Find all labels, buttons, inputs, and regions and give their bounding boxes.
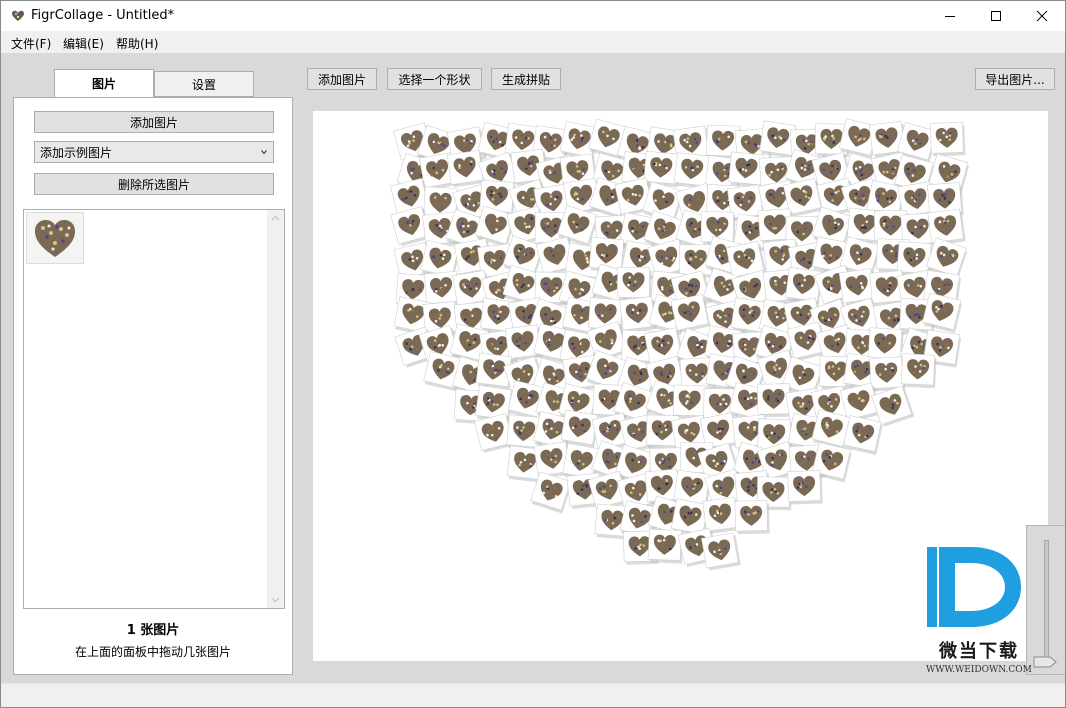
collage-tile — [785, 266, 823, 305]
generate-collage-button[interactable]: 生成拼贴 — [491, 68, 561, 90]
zoom-track — [1044, 540, 1049, 662]
minimize-icon — [945, 16, 955, 17]
picture-list[interactable] — [23, 209, 285, 609]
add-picture-button[interactable]: 添加图片 — [34, 111, 274, 133]
collage-tile — [871, 385, 915, 427]
collage-tile — [843, 415, 883, 456]
close-icon — [1036, 10, 1048, 22]
collage-tile — [670, 293, 712, 333]
collage-tile — [787, 470, 823, 505]
toolbar-add-picture-button[interactable]: 添加图片 — [307, 68, 377, 90]
picture-count: 1 张图片 — [126, 623, 180, 638]
menu-file[interactable]: 文件(F) — [11, 35, 51, 52]
maximize-button[interactable] — [973, 1, 1019, 31]
menu-edit[interactable]: 编辑(E) — [63, 35, 104, 52]
watermark-url: WWW.WEIDOWN.COM — [926, 665, 1032, 675]
watermark-text: 微当下载 — [939, 641, 1019, 662]
window-title: FigrCollage - Untitled* — [31, 8, 175, 23]
collage-tile — [446, 149, 486, 188]
tab-settings[interactable]: 设置 — [154, 71, 254, 97]
heart-thumbnail-image — [35, 220, 75, 257]
collage-tile — [701, 532, 741, 571]
tab-pictures[interactable]: 图片 — [54, 69, 154, 97]
menu-bar: 文件(F) 编辑(E) 帮助(H) — [1, 31, 1065, 53]
picture-thumbnail[interactable] — [26, 212, 84, 264]
collage-tile — [930, 122, 966, 157]
client-area: 图片 设置 添加图片 添加示例图片 删除所选图片 1 张图片 在上面的面板中拖动… — [1, 53, 1065, 683]
chevron-down-icon — [261, 150, 267, 155]
scroll-up-icon[interactable] — [267, 210, 284, 227]
add-sample-select-value: 添加示例图片 — [40, 145, 113, 160]
zoom-handle[interactable] — [1033, 656, 1057, 668]
collage-tile — [647, 528, 684, 564]
app-heart-icon — [12, 10, 24, 21]
drag-hint: 在上面的面板中拖动几张图片 — [74, 645, 231, 659]
close-button[interactable] — [1019, 1, 1065, 31]
app-window: FigrCollage - Untitled* 文件(F) 编辑(E) 帮助(H… — [0, 0, 1066, 708]
scroll-down-icon[interactable] — [267, 591, 284, 608]
picture-list-scrollbar[interactable] — [267, 210, 284, 608]
export-picture-button[interactable]: 导出图片... — [975, 68, 1055, 90]
collage-tile — [927, 208, 966, 246]
choose-shape-button[interactable]: 选择一个形状 — [387, 68, 482, 90]
collage-tile — [560, 409, 599, 449]
minimize-button[interactable] — [927, 1, 973, 31]
delete-selected-button[interactable]: 删除所选图片 — [34, 173, 274, 195]
maximize-icon — [991, 11, 1001, 21]
menu-help[interactable]: 帮助(H) — [116, 35, 158, 52]
collage-tile — [616, 266, 652, 301]
collage-tile — [734, 500, 770, 535]
collage-tile — [672, 384, 708, 419]
collage-tile — [900, 353, 937, 389]
add-sample-select[interactable]: 添加示例图片 — [34, 141, 274, 163]
status-bar — [1, 683, 1065, 707]
title-bar: FigrCollage - Untitled* — [1, 1, 1065, 31]
